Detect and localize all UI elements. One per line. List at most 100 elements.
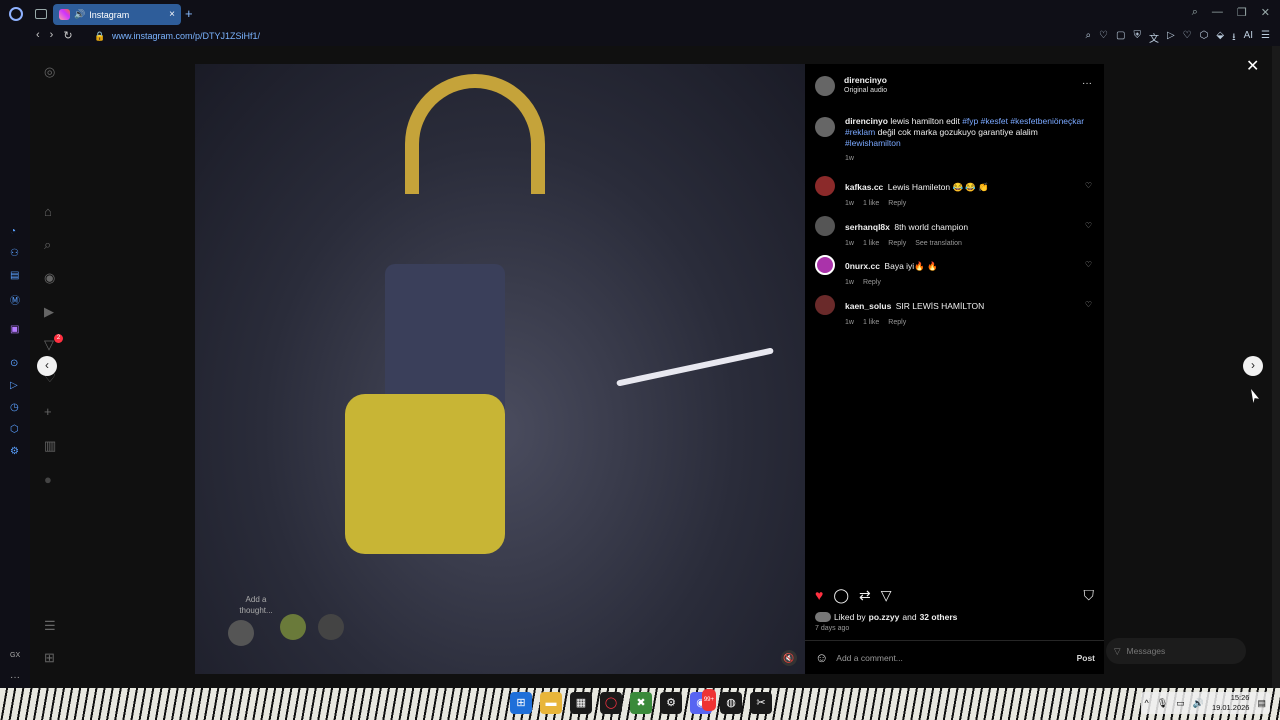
comment-reply[interactable]: Reply [863, 279, 881, 286]
sidebar-feed-icon[interactable]: ▤ [10, 270, 19, 281]
download-icon[interactable]: ⭳ [1232, 30, 1236, 47]
notification-icon[interactable]: ▤ [1257, 698, 1266, 709]
thought-avatar[interactable] [228, 620, 254, 646]
prev-post-button[interactable]: ‹ [37, 356, 57, 376]
friend-avatar[interactable] [318, 614, 344, 640]
emoji-icon[interactable]: ☺ [815, 650, 828, 665]
close-icon[interactable]: ✕ [1246, 56, 1259, 76]
search-icon[interactable]: ⌕ [44, 237, 51, 253]
extensions-icon[interactable]: ⬡ [1200, 30, 1209, 47]
post-button[interactable]: Post [1077, 653, 1095, 663]
search-tabs-icon[interactable]: ⌕ [1192, 6, 1198, 19]
lock-icon[interactable]: 🔒 [94, 31, 105, 42]
author-avatar[interactable] [815, 76, 835, 96]
discord-icon[interactable]: ◉ 99+ [690, 689, 716, 714]
post-video[interactable]: 🔇 [195, 64, 805, 674]
sidebar-flow-icon[interactable]: ◔ [10, 226, 16, 237]
comment-icon[interactable]: ◯ [833, 587, 849, 604]
new-tab-button[interactable]: + [185, 6, 193, 21]
maximize-icon[interactable]: ❐ [1237, 6, 1247, 19]
snapshot-icon[interactable]: ▢ [1116, 30, 1125, 47]
reels-icon[interactable]: ▶ [44, 304, 54, 320]
start-icon[interactable]: ⊞ [510, 692, 532, 714]
comment-reply[interactable]: Reply [888, 240, 906, 247]
comment-reply[interactable]: Reply [888, 319, 906, 326]
capcut-icon[interactable]: ✂ [750, 692, 772, 714]
zoom-icon[interactable]: ⌕ [1085, 30, 1091, 47]
translate-icon[interactable]: 文 [1149, 30, 1159, 47]
wallet-icon[interactable]: ⬙ [1216, 30, 1224, 47]
create-icon[interactable]: + [44, 404, 52, 419]
forward-icon[interactable]: › [50, 29, 54, 42]
share-icon[interactable]: ▽ [881, 587, 892, 604]
caption-avatar[interactable] [815, 117, 835, 137]
home-icon[interactable]: ⌂ [44, 204, 52, 219]
play-icon[interactable]: ▷ [1167, 30, 1175, 47]
comment-avatar[interactable] [815, 295, 835, 315]
tabs-icon[interactable] [35, 9, 47, 19]
sidebar-bot-icon[interactable]: ⚇ [10, 248, 19, 259]
caption-hashtags[interactable]: #fyp #kesfet #kesfetbeniöneçkar [962, 116, 1084, 126]
comment-username[interactable]: kaen_solus [845, 301, 891, 311]
comment-input[interactable]: Add a comment... [836, 653, 903, 663]
reload-icon[interactable]: ↻ [63, 29, 72, 42]
store-icon[interactable]: ▦ [570, 692, 592, 714]
comment-like-icon[interactable]: ♡ [1085, 300, 1092, 309]
mute-icon[interactable]: 🔇 [781, 650, 797, 666]
back-icon[interactable]: ‹ [36, 29, 40, 42]
instagram-logo-icon[interactable]: ◎ [44, 64, 55, 80]
messages-nav-icon[interactable]: ▽ [44, 337, 54, 353]
audio-label[interactable]: Original audio [844, 87, 887, 94]
dashboard-icon[interactable]: ▥ [44, 438, 56, 454]
file-explorer-icon[interactable]: ▬ [540, 692, 562, 714]
sidebar-gx-icon[interactable]: GX [10, 652, 20, 659]
save-icon[interactable]: ⛉ [1084, 587, 1095, 604]
scrollbar[interactable] [1272, 46, 1280, 688]
comment-username[interactable]: kafkas.cc [845, 182, 883, 192]
comment-like-icon[interactable]: ♡ [1085, 260, 1092, 269]
next-post-button[interactable]: › [1243, 356, 1263, 376]
repost-icon[interactable]: ⇄ [859, 587, 871, 604]
comment-likes[interactable]: 1 like [863, 240, 879, 247]
comment-like-icon[interactable]: ♡ [1085, 181, 1092, 190]
minecraft-icon[interactable]: ✖ [630, 692, 652, 714]
tab-close-icon[interactable]: × [169, 9, 175, 20]
sidebar-settings-icon[interactable]: ⚙ [10, 446, 19, 457]
caption-username[interactable]: direncinyo [845, 116, 888, 126]
author-username[interactable]: direncinyo [844, 75, 887, 85]
network-icon[interactable]: ▭ [1176, 698, 1185, 709]
tray-chevron-icon[interactable]: ^ [1145, 698, 1149, 708]
tab-instagram[interactable]: 🔊 Instagram × [53, 4, 181, 25]
messages-button[interactable]: ▽ Messages [1106, 638, 1246, 664]
bookmark-icon[interactable]: ♡ [1099, 30, 1108, 47]
volume-icon[interactable]: 🔊 [1193, 698, 1204, 709]
heart-icon[interactable]: ♡ [1183, 30, 1192, 47]
sidebar-twitch-icon[interactable]: ▣ [10, 324, 19, 335]
steam-icon[interactable]: ◍ [720, 692, 742, 714]
mic-icon[interactable]: 🎙 [1157, 698, 1168, 709]
sidebar-player-icon[interactable]: ⊙ [10, 358, 18, 369]
menu-icon[interactable]: ☰ [1261, 30, 1270, 47]
comment-reply[interactable]: Reply [888, 200, 906, 207]
friend-avatar[interactable] [280, 614, 306, 640]
url-field[interactable]: www.instagram.com/p/DTYJ1ZSiHf1/ [112, 31, 260, 41]
sidebar-history-icon[interactable]: ◷ [10, 402, 19, 413]
meta-apps-icon[interactable]: ⊞ [44, 650, 55, 666]
opera-logo-icon[interactable] [9, 7, 23, 21]
close-window-icon[interactable]: ✕ [1261, 6, 1270, 19]
opera-gx-icon[interactable]: ◯ [600, 692, 622, 714]
sidebar-cube-icon[interactable]: ⬡ [10, 424, 19, 435]
comment-like-icon[interactable]: ♡ [1085, 221, 1092, 230]
comment-likes[interactable]: 1 like [863, 319, 879, 326]
comment-avatar[interactable] [815, 216, 835, 236]
like-icon[interactable]: ♥ [815, 587, 823, 604]
speaker-icon[interactable]: 🔊 [74, 9, 85, 20]
more-options-icon[interactable]: ··· [1082, 78, 1092, 89]
sidebar-mail-icon[interactable]: Ⓜ [10, 292, 20, 307]
profile-icon[interactable]: ● [44, 472, 52, 487]
comment-avatar[interactable] [815, 176, 835, 196]
more-menu-icon[interactable]: ☰ [44, 618, 56, 634]
explore-icon[interactable]: ◉ [44, 270, 55, 286]
liked-by-user[interactable]: po.zzyy [869, 612, 900, 622]
comment-likes[interactable]: 1 like [863, 200, 879, 207]
